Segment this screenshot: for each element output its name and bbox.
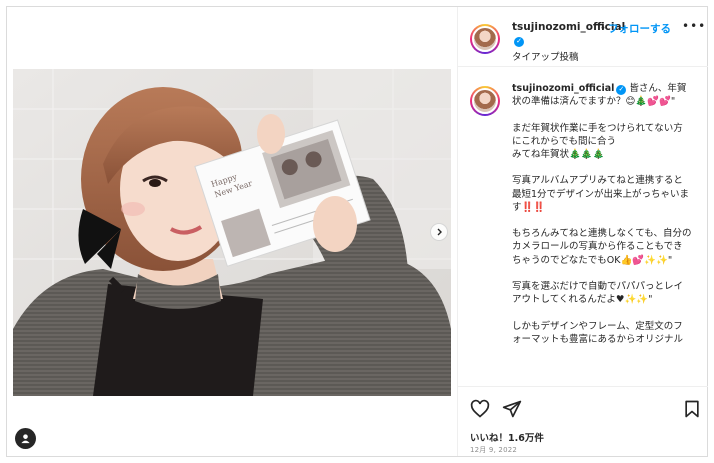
next-photo-button[interactable] [430,223,448,241]
caption-text: tsujinozomi_official ✓ 皆さん、年賀状の準備は済んでますか？… [512,82,692,346]
likes-count[interactable]: いいね！1.6万件 [470,430,544,444]
verified-badge-icon: ✓ [616,84,627,95]
follow-button[interactable]: フォローする [608,21,671,36]
caption-area: tsujinozomi_official ✓ 皆さん、年賀状の準備は済んでますか？… [458,68,708,386]
paper-plane-icon [502,400,522,418]
header-username-link[interactable]: tsujinozomi_official✓ [512,21,625,47]
post-dialog: Happy New Year tsujinozomi_official✓ • フ… [6,6,708,457]
tagged-users-button[interactable] [15,428,36,449]
like-button[interactable] [470,399,490,419]
action-bar: いいね！1.6万件 12月 9, 2022 [458,386,708,456]
share-button[interactable] [502,399,522,419]
paid-partnership-label[interactable]: タイアップ投稿 [512,49,579,63]
caption-body: 皆さん、年賀状の準備は済んでますか？😊🎄💕💕" まだ年賀状作業に手をつけられてな… [512,83,692,345]
post-media-panel: Happy New Year [7,7,457,456]
verified-badge-icon: ✓ [514,36,524,47]
post-date[interactable]: 12月 9, 2022 [470,445,517,455]
caption-username[interactable]: tsujinozomi_official [512,83,614,94]
post-header: tsujinozomi_official✓ • フォローする ••• タイアップ… [458,7,708,67]
separator-dot: • [600,23,606,34]
caption-avatar[interactable] [470,86,500,116]
chevron-right-icon [437,228,442,236]
more-options-icon[interactable]: ••• [682,19,706,33]
post-photo-image: Happy New Year [13,69,451,396]
heart-icon [470,399,490,418]
post-photo: Happy New Year [13,69,451,396]
avatar[interactable] [470,24,500,54]
user-tag-icon [21,434,30,444]
post-side-panel: tsujinozomi_official✓ • フォローする ••• タイアップ… [457,7,708,456]
bookmark-icon [685,400,699,418]
save-button[interactable] [682,399,702,419]
